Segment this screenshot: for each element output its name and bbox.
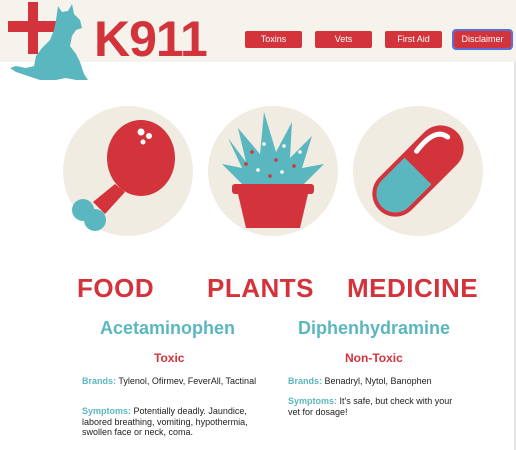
brands-info: Brands: Benadryl, Nytol, Banophen	[288, 376, 468, 387]
plants-category-card[interactable]	[208, 106, 338, 236]
cross-dog-icon	[8, 2, 88, 80]
brands-label: Brands:	[82, 376, 117, 386]
drug-title-diphenhydramine: Diphenhydramine	[298, 318, 451, 338]
symptoms-label: Symptoms:	[82, 406, 132, 416]
drug-title-acetaminophen: Acetaminophen	[100, 318, 236, 338]
brands-info: Brands: Tylenol, Ofirmev, FeverAll, Tact…	[82, 376, 262, 387]
food-category-label[interactable]: FOOD	[77, 273, 154, 304]
medicine-category-label[interactable]: MEDICINE	[347, 273, 478, 304]
logo[interactable]: K911	[6, 2, 208, 84]
symptoms-info: Symptoms: Potentially deadly. Jaundice, …	[82, 406, 262, 438]
nav-vets-button[interactable]: Vets	[315, 31, 372, 48]
toxicity-status: Non-Toxic	[345, 351, 403, 365]
toxicity-status: Toxic	[154, 351, 185, 365]
symptoms-info: Symptoms: It's safe, but check with your…	[288, 396, 453, 417]
brands-text: Tylenol, Ofirmev, FeverAll, Tactinal	[118, 376, 257, 386]
nav-first-aid-button[interactable]: First Aid	[385, 31, 442, 48]
pill-capsule-icon	[372, 125, 464, 217]
nav-toxins-button[interactable]: Toxins	[245, 31, 302, 48]
brands-label: Brands:	[288, 376, 323, 386]
symptoms-label: Symptoms:	[288, 396, 338, 406]
medicine-category-card[interactable]	[353, 106, 483, 236]
logo-text: K911	[94, 11, 208, 67]
plants-category-label[interactable]: PLANTS	[207, 273, 314, 304]
potted-plant-icon	[222, 112, 324, 228]
nav-disclaimer-button[interactable]: Disclaimer	[452, 29, 513, 50]
food-category-card[interactable]	[63, 106, 193, 236]
brands-text: Benadryl, Nytol, Banophen	[324, 376, 432, 386]
drumstick-icon	[72, 120, 175, 231]
